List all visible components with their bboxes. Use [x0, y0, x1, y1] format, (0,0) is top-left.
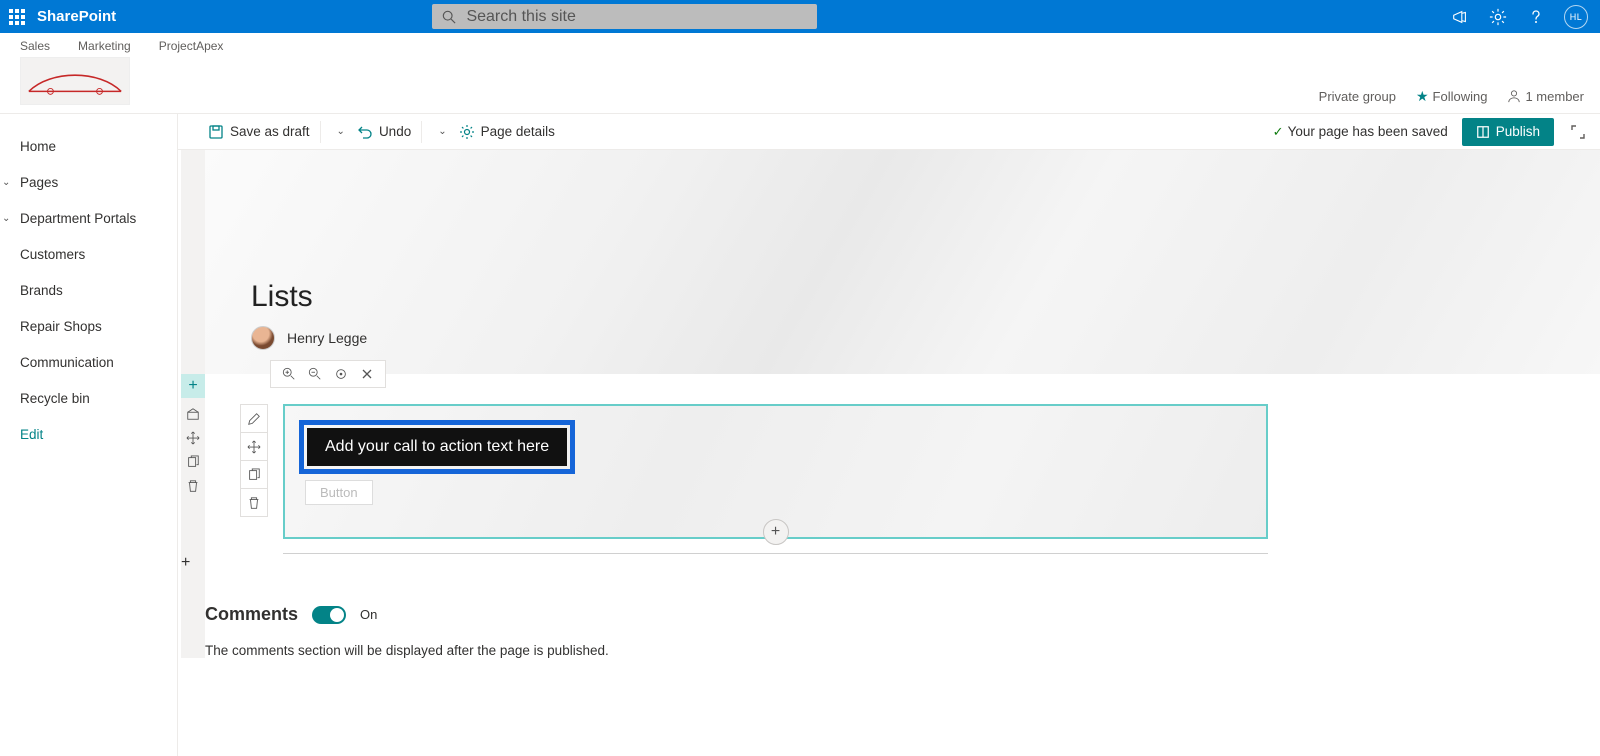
comments-toggle[interactable] — [312, 606, 346, 624]
cta-text-selection[interactable]: Add your call to action text here — [299, 420, 575, 474]
delete-webpart-icon[interactable] — [241, 488, 267, 516]
comments-heading: Comments — [205, 604, 298, 625]
add-section-button[interactable]: + — [181, 374, 205, 398]
section-edit-icon[interactable] — [181, 402, 205, 426]
help-icon[interactable] — [1526, 7, 1546, 27]
top-nav-item[interactable]: ProjectApex — [159, 39, 224, 53]
add-section-button[interactable]: + — [181, 554, 205, 572]
save-icon — [208, 124, 224, 140]
undo-icon — [357, 124, 373, 140]
webpart-toolbar — [240, 404, 268, 517]
app-launcher-icon[interactable] — [0, 0, 33, 33]
gear-icon[interactable] — [1488, 7, 1508, 27]
add-webpart-button[interactable]: + — [763, 519, 789, 545]
top-nav-item[interactable]: Sales — [20, 39, 50, 53]
site-header: Sales Marketing ProjectApex Private grou… — [0, 33, 1600, 114]
cta-button[interactable]: Button — [305, 480, 373, 505]
follow-button[interactable]: ★Following — [1416, 88, 1487, 105]
section: Add your call to action text here Button… — [205, 374, 1600, 564]
section-duplicate-icon[interactable] — [181, 450, 205, 474]
page-hero[interactable]: Lists Henry Legge — [205, 150, 1600, 374]
close-icon[interactable] — [357, 364, 377, 384]
save-dropdown[interactable]: ⌄ — [331, 126, 351, 137]
zoom-out-icon[interactable] — [305, 364, 325, 384]
gear-icon — [459, 124, 475, 140]
comments-note: The comments section will be displayed a… — [205, 643, 1600, 658]
nav-edit[interactable]: Edit — [0, 416, 177, 452]
search-placeholder: Search this site — [466, 8, 575, 26]
section-move-icon[interactable] — [181, 426, 205, 450]
focal-point-icon[interactable] — [331, 364, 351, 384]
nav-pages[interactable]: ⌄Pages — [0, 164, 177, 200]
members-button[interactable]: 1 member — [1507, 89, 1584, 104]
move-webpart-icon[interactable] — [241, 432, 267, 460]
cta-webpart[interactable]: Add your call to action text here Button… — [283, 404, 1268, 539]
nav-repair-shops[interactable]: Repair Shops — [0, 308, 177, 344]
publish-button[interactable]: Publish — [1462, 118, 1554, 146]
chevron-down-icon: ⌄ — [2, 213, 10, 224]
undo-button[interactable]: Undo — [357, 124, 411, 140]
nav-home[interactable]: Home — [0, 128, 177, 164]
save-draft-button[interactable]: Save as draft — [208, 124, 310, 140]
search-box[interactable]: Search this site — [432, 4, 817, 29]
section-divider — [283, 553, 1268, 554]
megaphone-icon[interactable] — [1450, 7, 1470, 27]
brand-label: SharePoint — [37, 8, 116, 25]
duplicate-webpart-icon[interactable] — [241, 460, 267, 488]
nav-customers[interactable]: Customers — [0, 236, 177, 272]
user-avatar[interactable]: HL — [1564, 5, 1588, 29]
zoom-in-icon[interactable] — [279, 364, 299, 384]
chevron-down-icon: ⌄ — [2, 177, 10, 188]
nav-department-portals[interactable]: ⌄Department Portals — [0, 200, 177, 236]
publish-icon — [1476, 125, 1490, 139]
section-rail: + — [181, 150, 205, 658]
saved-status: ✓Your page has been saved — [1273, 124, 1448, 140]
comments-toggle-label: On — [360, 607, 377, 622]
search-icon — [442, 10, 456, 24]
site-logo[interactable] — [20, 57, 130, 105]
nav-brands[interactable]: Brands — [0, 272, 177, 308]
person-icon — [1507, 89, 1521, 103]
cta-text[interactable]: Add your call to action text here — [307, 428, 567, 466]
author-avatar — [251, 326, 275, 350]
section-delete-icon[interactable] — [181, 474, 205, 498]
edit-webpart-icon[interactable] — [241, 404, 267, 432]
star-icon: ★ — [1416, 88, 1429, 104]
nav-communication[interactable]: Communication — [0, 344, 177, 380]
page-title[interactable]: Lists — [251, 280, 1600, 314]
page-details-button[interactable]: Page details — [459, 124, 555, 140]
page-author: Henry Legge — [251, 326, 1600, 350]
top-nav-item[interactable]: Marketing — [78, 39, 131, 53]
undo-dropdown[interactable]: ⌄ — [432, 126, 452, 137]
hero-image-toolbar — [270, 360, 386, 388]
left-nav: Home ⌄Pages ⌄Department Portals Customer… — [0, 114, 178, 756]
check-icon: ✓ — [1273, 124, 1284, 139]
command-bar: Save as draft ⌄ Undo ⌄ Page details ✓You… — [178, 114, 1600, 150]
nav-recycle-bin[interactable]: Recycle bin — [0, 380, 177, 416]
expand-icon[interactable] — [1568, 122, 1588, 142]
privacy-label: Private group — [1319, 89, 1396, 104]
suite-bar: SharePoint Search this site HL — [0, 0, 1600, 33]
site-top-nav: Sales Marketing ProjectApex — [20, 33, 1580, 53]
